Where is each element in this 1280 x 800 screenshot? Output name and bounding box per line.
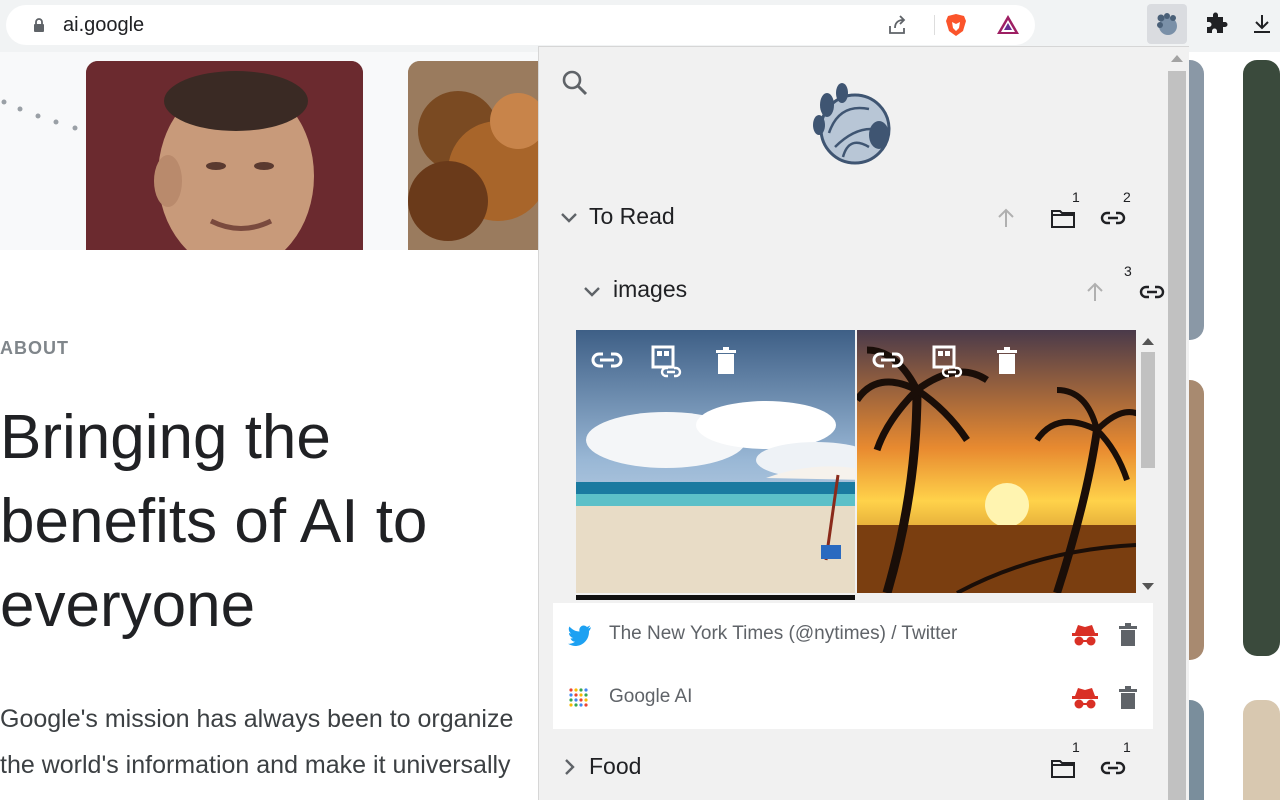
downloads-button[interactable]: [1242, 4, 1280, 44]
open-image-link-icon[interactable]: [931, 344, 965, 378]
folder-icon[interactable]: [1050, 755, 1076, 781]
puzzle-icon: [1207, 12, 1228, 33]
side-photo-2: [1243, 60, 1280, 656]
chevron-down-icon[interactable]: [557, 205, 581, 229]
omnibox-divider: [934, 15, 935, 35]
open-image-link-icon[interactable]: [650, 344, 684, 378]
folder-icon[interactable]: [1050, 205, 1076, 231]
page-headline: Bringing the benefits of AI to everyone: [0, 403, 428, 640]
share-icon[interactable]: [886, 13, 910, 37]
scrollbar-thumb[interactable]: [1168, 71, 1186, 800]
folder-title[interactable]: To Read: [589, 203, 675, 230]
arrow-up-icon[interactable]: [1082, 279, 1108, 305]
extension-logo-icon: [1157, 13, 1177, 35]
folder-row-to-read[interactable]: To Read 1 2: [553, 181, 1153, 253]
google-ai-icon: [569, 688, 588, 707]
bookmark-popup: To Read 1 2 images 3 The New York Times …: [538, 46, 1189, 800]
mission-line-1: Google's mission has always been to orga…: [0, 705, 514, 733]
link-count: 3: [1124, 263, 1132, 279]
portrait-image-curly-hair: [408, 61, 548, 250]
scroll-up-arrow[interactable]: [1171, 55, 1183, 62]
folder-count: 1: [1072, 739, 1080, 755]
folder-title[interactable]: Food: [589, 753, 641, 780]
copy-link-icon[interactable]: [590, 344, 624, 378]
image-tools: [871, 344, 1025, 378]
trash-icon[interactable]: [710, 344, 744, 378]
image-thumbnail-beach[interactable]: [576, 330, 855, 593]
browser-toolbar: ai.google: [0, 0, 1280, 52]
bookmark-extension-button[interactable]: [1147, 4, 1187, 44]
mission-text: Google's mission has always been to orga…: [0, 696, 540, 788]
bookmark-link-row[interactable]: Google AI: [553, 666, 1153, 729]
image-grid: [576, 330, 1137, 600]
trash-icon[interactable]: [1117, 623, 1139, 647]
mission-line-2: the world's information and make it univ…: [0, 751, 511, 779]
folder-row-food[interactable]: Food 1 1: [553, 731, 1153, 800]
portrait-image-elder: [86, 61, 363, 250]
bookmark-link-list: The New York Times (@nytimes) / Twitter: [553, 603, 1153, 729]
scroll-up-arrow[interactable]: [1142, 338, 1154, 345]
lock-icon: [34, 18, 44, 32]
scrollbar-thumb[interactable]: [1141, 352, 1155, 468]
bookmark-link-title[interactable]: The New York Times (@nytimes) / Twitter: [609, 623, 957, 645]
folder-count: 1: [1072, 189, 1080, 205]
image-tools: [590, 344, 744, 378]
next-image-row-edge: [576, 595, 855, 600]
link-icon[interactable]: [1139, 279, 1165, 305]
bookmark-link-row[interactable]: The New York Times (@nytimes) / Twitter: [553, 603, 1153, 666]
brave-shields-icon[interactable]: [944, 13, 968, 37]
link-count: 2: [1123, 189, 1131, 205]
side-photo-5: [1243, 700, 1280, 800]
address-url[interactable]: ai.google: [63, 14, 144, 37]
chevron-down-icon[interactable]: [580, 279, 604, 303]
link-icon[interactable]: [1100, 205, 1126, 231]
bookmark-link-title[interactable]: Google AI: [609, 686, 692, 708]
chevron-right-icon[interactable]: [557, 755, 581, 779]
search-icon[interactable]: [561, 69, 589, 97]
extensions-button[interactable]: [1196, 4, 1236, 44]
incognito-icon[interactable]: [1071, 623, 1099, 647]
image-thumbnail-palms[interactable]: [857, 330, 1136, 593]
twitter-icon: [568, 625, 591, 646]
subfolder-row-images[interactable]: images 3: [576, 255, 1165, 327]
scroll-down-arrow[interactable]: [1142, 583, 1154, 590]
arrow-up-icon[interactable]: [993, 205, 1019, 231]
popup-scrollbar[interactable]: [1166, 47, 1188, 800]
subfolder-title[interactable]: images: [613, 276, 687, 303]
extension-logo: [813, 83, 891, 165]
trash-icon[interactable]: [991, 344, 1025, 378]
image-grid-scrollbar[interactable]: [1138, 330, 1158, 600]
link-icon[interactable]: [1100, 755, 1126, 781]
copy-link-icon[interactable]: [871, 344, 905, 378]
about-label: ABOUT: [0, 338, 69, 358]
brave-rewards-icon[interactable]: [996, 13, 1020, 37]
trash-icon[interactable]: [1117, 686, 1139, 710]
link-count: 1: [1123, 739, 1131, 755]
address-bar[interactable]: ai.google: [6, 5, 1035, 45]
download-icon: [1254, 15, 1270, 33]
incognito-icon[interactable]: [1071, 686, 1099, 710]
